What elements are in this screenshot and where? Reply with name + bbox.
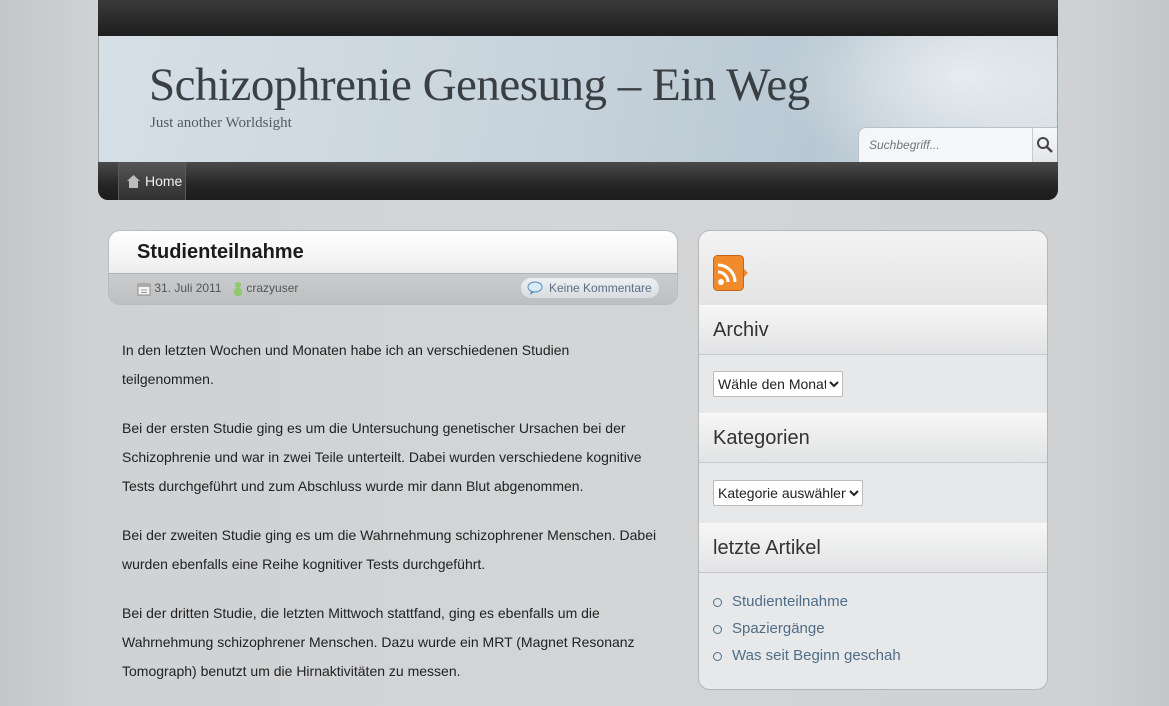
nav-item-label: Home (145, 173, 183, 189)
recent-post-label: Studienteilnahme (732, 593, 848, 610)
home-icon (127, 175, 140, 188)
archive-section: Wähle den Monat (699, 355, 1047, 413)
nav-item-home[interactable]: Home (118, 162, 186, 200)
rss-widget (699, 231, 1047, 306)
recent-post-label: Was seit Beginn geschah (732, 647, 901, 664)
top-bar (98, 0, 1058, 36)
category-select[interactable]: Kategorie auswählen (713, 480, 863, 506)
bullet-icon (713, 652, 722, 661)
post-header: Studienteilnahme 31. Juli 2011 crazyuser (108, 230, 678, 305)
recent-posts-section: Studienteilnahme Spaziergänge Was seit B… (699, 573, 1047, 689)
post-date-text: 31. Juli 2011 (154, 281, 222, 295)
categories-section: Kategorie auswählen (699, 463, 1047, 523)
site-tagline: Just another Worldsight (150, 115, 292, 131)
post-meta: 31. Juli 2011 crazyuser Keine Kommentare (109, 273, 677, 304)
bullet-icon (713, 625, 722, 634)
search-box (858, 127, 1057, 162)
comments-link[interactable]: Keine Kommentare (521, 278, 659, 298)
search-icon (1037, 137, 1053, 153)
archive-title: Archiv (713, 319, 769, 341)
sidebar: Archiv Wähle den Monat Kategorien Katego… (698, 230, 1048, 690)
recent-posts-header: letzte Artikel (699, 523, 1047, 573)
site-header: Schizophrenie Genesung – Ein Weg Just an… (98, 36, 1058, 162)
recent-posts-title: letzte Artikel (713, 537, 821, 559)
post-paragraph: Bei der ersten Studie ging es um die Unt… (122, 420, 642, 494)
post-paragraph: Bei der zweiten Studie ging es um die Wa… (122, 527, 657, 572)
archive-header: Archiv (699, 305, 1047, 355)
main-nav: Home (98, 162, 1058, 200)
search-button[interactable] (1032, 128, 1057, 162)
rss-feed-icon[interactable] (713, 255, 749, 291)
archive-month-select[interactable]: Wähle den Monat (713, 371, 843, 397)
post-paragraph: Bei der dritten Studie, die letzten Mitt… (122, 605, 635, 679)
categories-header: Kategorien (699, 413, 1047, 463)
comments-label: Keine Kommentare (549, 281, 652, 295)
post-date: 31. Juli 2011 (137, 281, 222, 296)
categories-title: Kategorien (713, 427, 810, 449)
user-icon (234, 282, 242, 296)
post-author: crazyuser (233, 281, 298, 297)
recent-post-label: Spaziergänge (732, 620, 825, 637)
speech-bubble-icon (527, 281, 543, 295)
post-title[interactable]: Studienteilnahme (137, 241, 304, 264)
post-content: In den letzten Wochen und Monaten habe i… (122, 336, 662, 706)
search-input[interactable] (859, 128, 1033, 162)
site-title[interactable]: Schizophrenie Genesung – Ein Weg (149, 58, 810, 112)
post-paragraph: In den letzten Wochen und Monaten habe i… (122, 342, 570, 387)
post-author-text[interactable]: crazyuser (246, 281, 298, 295)
bullet-icon (713, 598, 722, 607)
calendar-icon (137, 283, 151, 296)
